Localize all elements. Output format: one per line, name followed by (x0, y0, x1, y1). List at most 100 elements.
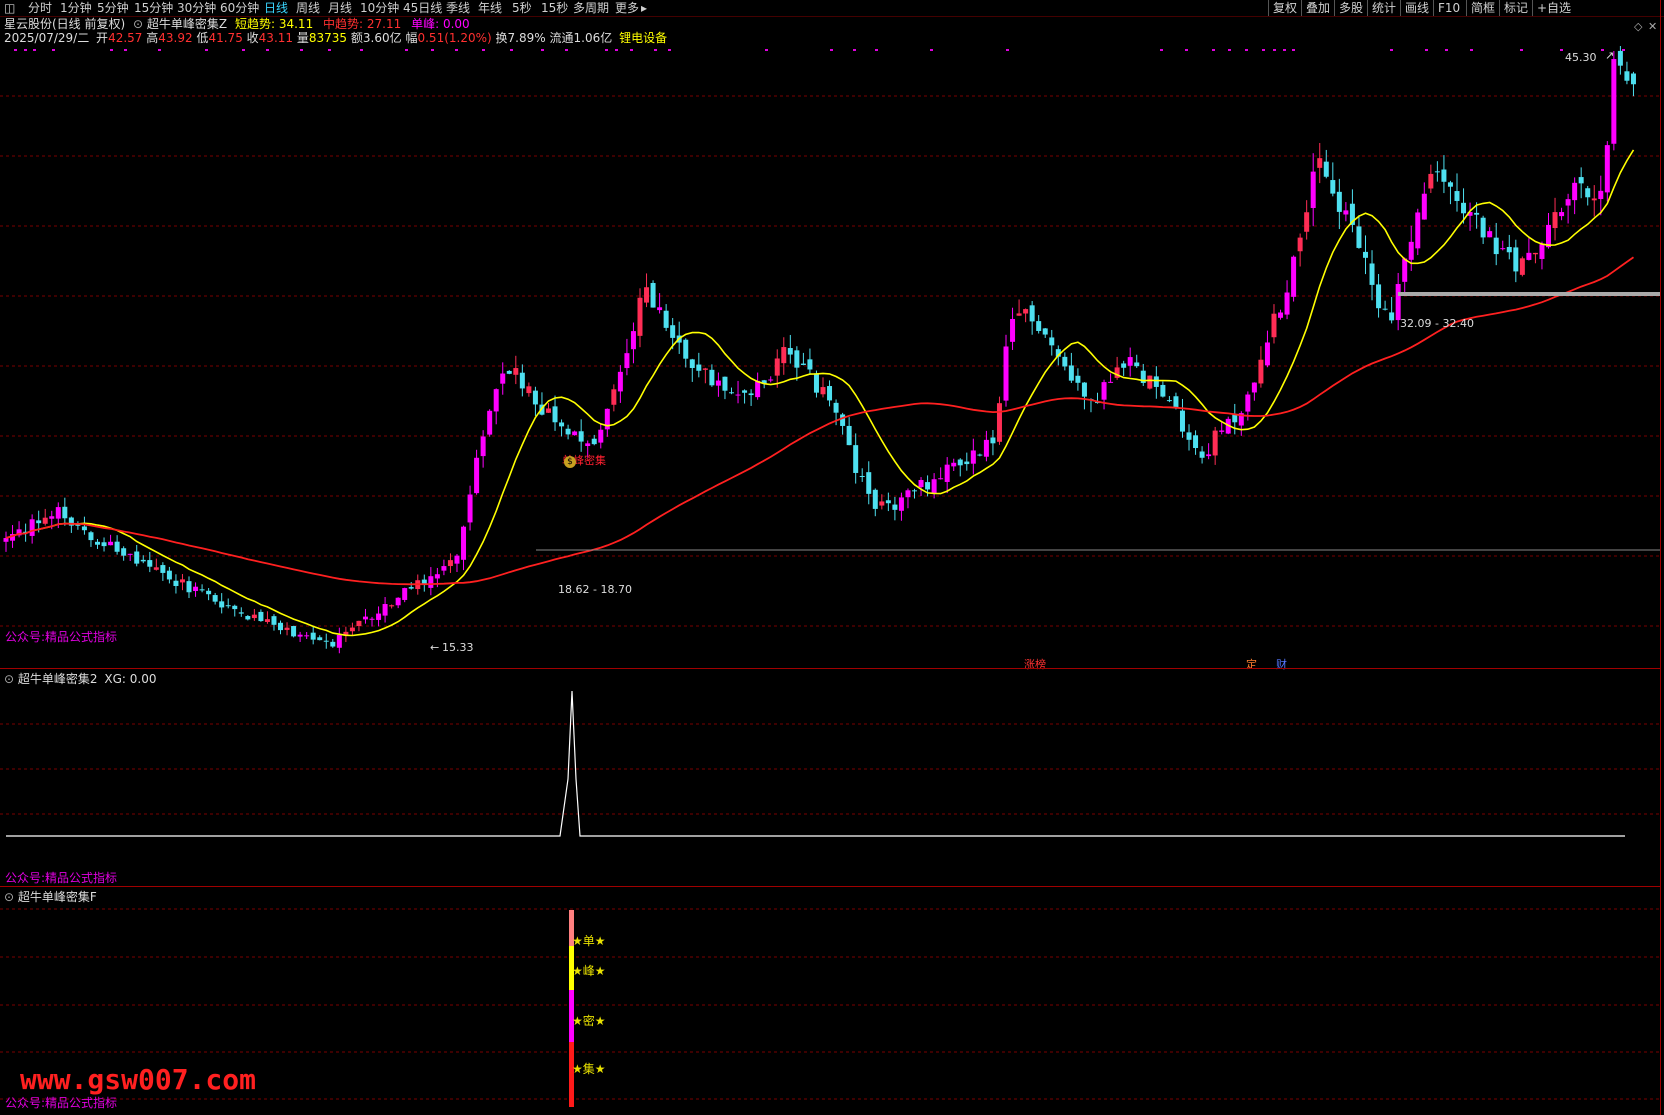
candle-body-71 (467, 494, 473, 523)
indicator-name: 超牛单峰密集Z (146, 17, 228, 31)
candle-body-217 (1421, 193, 1427, 220)
tab-1min[interactable]: 1分钟 (60, 0, 92, 16)
candle-body-181 (1186, 432, 1192, 440)
top-dot-19 (565, 49, 568, 51)
candle-body-203 (1330, 180, 1336, 194)
tab-yearly[interactable]: 年线 (478, 0, 502, 16)
tab-quarterly[interactable]: 季线 (446, 0, 470, 16)
top-dot-9 (266, 49, 269, 51)
candle-body-152 (996, 403, 1002, 442)
candle-body-67 (441, 566, 447, 571)
amount-label: 额 (350, 31, 363, 45)
top-dot-35 (1245, 49, 1248, 51)
add-watchlist-button[interactable]: +自选 (1532, 0, 1571, 16)
multi-stock-button[interactable]: 多股 (1334, 0, 1363, 16)
candle-body-134 (879, 501, 885, 506)
candle-body-29 (193, 586, 199, 592)
top-dot-30 (1006, 49, 1009, 51)
candle-body-32 (212, 595, 218, 602)
top-dot-32 (1185, 49, 1188, 51)
candle-body-122 (800, 363, 806, 365)
draw-line-button[interactable]: 画线 (1400, 0, 1429, 16)
top-dot-37 (1273, 49, 1276, 51)
candle-body-23 (153, 567, 159, 570)
candle-body-231 (1513, 247, 1519, 272)
volume-label: 量 (296, 31, 309, 45)
candle-body-240 (1572, 182, 1578, 201)
top-dot-44 (1520, 49, 1523, 51)
candle-body-173 (1134, 362, 1140, 367)
indicator-settings-icon[interactable]: ⊙ (133, 17, 143, 31)
tab-45day[interactable]: 45日线 (403, 0, 442, 16)
close-icon[interactable]: ✕ (1648, 20, 1657, 33)
candle-body-55 (362, 616, 368, 620)
diamond-icon[interactable]: ◇ (1634, 20, 1642, 33)
candle-body-105 (689, 359, 695, 368)
tab-15sec[interactable]: 15秒 (541, 0, 568, 16)
stats-button[interactable]: 统计 (1367, 0, 1396, 16)
candle-body-214 (1402, 258, 1408, 282)
candle-body-235 (1539, 244, 1545, 259)
fuquan-button[interactable]: 复权 (1268, 0, 1297, 16)
tab-5min[interactable]: 5分钟 (97, 0, 129, 16)
tab-60min[interactable]: 60分钟 (220, 0, 259, 16)
xg-signal-chart[interactable] (0, 669, 1660, 886)
candlestick-chart[interactable] (0, 46, 1660, 668)
candle-body-184 (1206, 454, 1212, 457)
top-dot-21 (615, 49, 618, 51)
tab-10min[interactable]: 10分钟 (360, 0, 399, 16)
tab-5sec[interactable]: 5秒 (512, 0, 532, 16)
candle-body-219 (1434, 171, 1440, 173)
tab-30min[interactable]: 30分钟 (177, 0, 216, 16)
top-dot-5 (124, 49, 127, 51)
candle-body-37 (245, 616, 251, 620)
f10-button[interactable]: F10 (1433, 0, 1460, 16)
candle-body-53 (349, 627, 355, 632)
candle-body-158 (1036, 321, 1042, 331)
candle-body-107 (702, 368, 708, 370)
candle-body-111 (728, 392, 734, 394)
amount-value: 3.60亿 (362, 31, 402, 45)
tab-monthly[interactable]: 月线 (328, 0, 352, 16)
tab-daily[interactable]: 日线 (264, 0, 288, 16)
candle-body-84 (552, 406, 558, 423)
overlay-button[interactable]: 叠加 (1301, 0, 1330, 16)
candle-body-33 (219, 601, 225, 608)
candle-body-43 (284, 627, 290, 630)
candle-body-74 (487, 410, 493, 435)
candle-body-79 (519, 372, 525, 389)
header-line-1: 星云股份(日线 前复权) ⊙ 超牛单峰密集Z 短趋势: 34.11 中趋势: 2… (4, 17, 470, 32)
candle-body-94 (617, 371, 623, 392)
candle-body-127 (833, 402, 839, 413)
top-dot-15 (455, 49, 458, 51)
candle-body-90 (591, 438, 597, 445)
top-dot-0 (14, 49, 17, 51)
candle-body-147 (964, 461, 970, 465)
simple-frame-button[interactable]: 简框 (1466, 0, 1495, 16)
tab-fenshi[interactable]: 分时 (28, 0, 52, 16)
candle-body-59 (389, 605, 395, 607)
top-dot-7 (205, 49, 208, 51)
mark-button[interactable]: 标记 (1499, 0, 1528, 16)
tab-weekly[interactable]: 周线 (296, 0, 320, 16)
marker-feng: ★峰★ (572, 964, 606, 978)
candle-body-8 (55, 507, 61, 519)
tab-15min[interactable]: 15分钟 (134, 0, 173, 16)
candle-body-232 (1519, 258, 1525, 275)
candle-body-194 (1271, 313, 1277, 338)
tab-multi-period[interactable]: 多周期 (573, 0, 609, 16)
candle-body-34 (225, 605, 231, 607)
candle-body-228 (1493, 237, 1499, 255)
candle-body-40 (264, 619, 270, 622)
candle-body-85 (559, 422, 565, 427)
candle-body-200 (1310, 171, 1316, 208)
candle-body-135 (885, 500, 891, 504)
candle-body-176 (1153, 376, 1159, 387)
candle-body-208 (1362, 251, 1368, 258)
more-arrow-icon[interactable]: ▸ (641, 0, 647, 16)
candle-body-17 (114, 541, 120, 552)
tab-more[interactable]: 更多 (615, 0, 639, 16)
candle-body-237 (1552, 212, 1558, 229)
window-toggle-icon[interactable]: ◫ (4, 0, 15, 16)
candle-body-132 (866, 472, 872, 494)
